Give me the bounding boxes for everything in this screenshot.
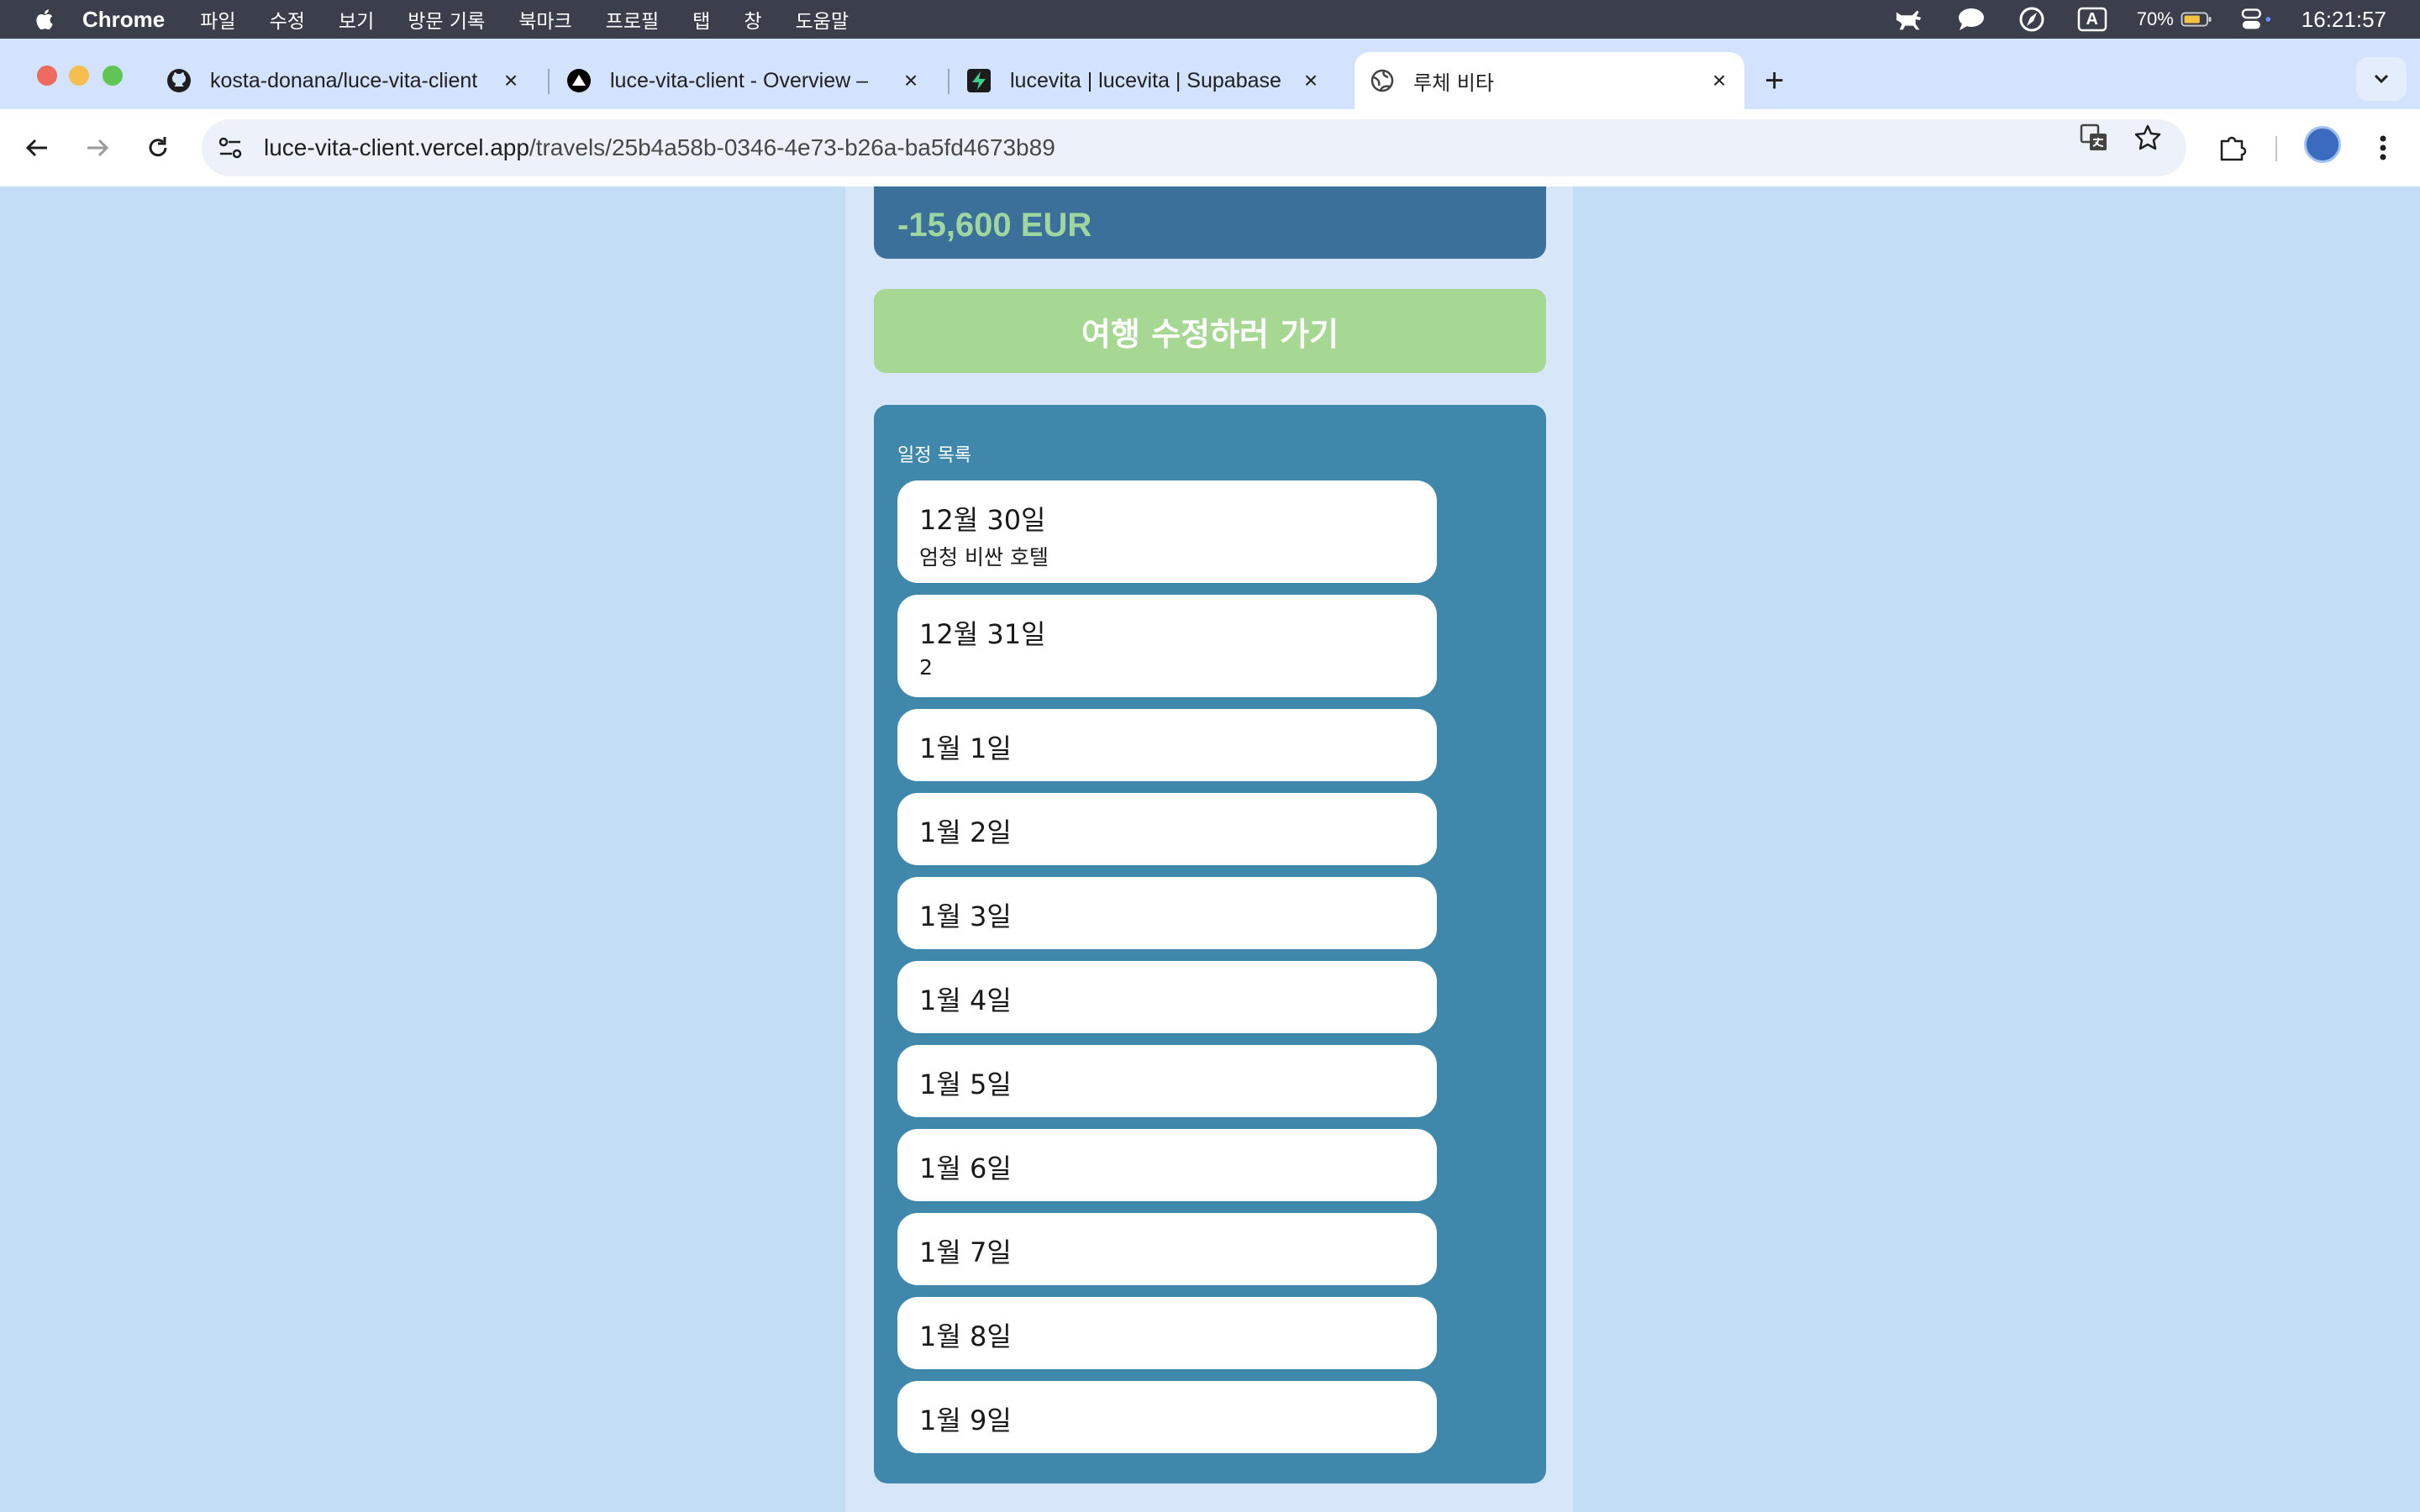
- day-date: 1월 4일: [919, 984, 1012, 1016]
- battery-icon[interactable]: [2181, 7, 2212, 32]
- address-bar[interactable]: luce-vita-client.vercel.app/travels/25b4…: [202, 119, 2186, 176]
- toolbar-divider: [2275, 136, 2277, 161]
- day-card[interactable]: 1월 8일: [897, 1297, 1437, 1369]
- reload-icon: [149, 137, 167, 157]
- day-card[interactable]: 1월 5일: [897, 1045, 1437, 1117]
- edit-travel-button[interactable]: 여행 수정하러 가기: [874, 289, 1546, 373]
- day-date: 1월 2일: [919, 816, 1012, 848]
- menu-bookmarks[interactable]: 북마크: [518, 5, 571, 34]
- day-memo: 엄청 비싼 호텔: [919, 545, 1049, 570]
- input-source-label: A: [2086, 9, 2098, 29]
- day-card[interactable]: 12월 31일 2: [897, 595, 1437, 697]
- zoom-window-button[interactable]: [103, 66, 123, 86]
- battery-percent: 70%: [2136, 8, 2174, 29]
- chevron-down-icon: [2374, 74, 2389, 84]
- tab-close-button[interactable]: ×: [1299, 69, 1323, 92]
- extensions-icon[interactable]: [2212, 128, 2252, 168]
- day-card[interactable]: 1월 6일: [897, 1129, 1437, 1201]
- apple-icon[interactable]: [34, 8, 54, 31]
- day-memo: 2: [919, 655, 933, 680]
- day-date: 1월 1일: [919, 732, 1012, 764]
- day-card[interactable]: 1월 1일: [897, 709, 1437, 781]
- chat-bubble-icon[interactable]: [1955, 7, 1987, 32]
- github-icon: [166, 68, 192, 93]
- tab-title: lucevita | lucevita | Supabase: [1010, 68, 1281, 92]
- url-host: luce-vita-client.vercel.app: [264, 134, 529, 160]
- tab-close-button[interactable]: ×: [499, 69, 523, 92]
- site-info-icon[interactable]: [213, 131, 247, 165]
- cat-icon[interactable]: [1895, 7, 1927, 32]
- menu-history[interactable]: 방문 기록: [408, 5, 485, 34]
- bookmark-star-icon[interactable]: [2131, 121, 2165, 155]
- menu-tab[interactable]: 탭: [692, 5, 710, 34]
- menu-view[interactable]: 보기: [339, 5, 374, 34]
- tab-close-button[interactable]: ×: [899, 69, 923, 92]
- globe-icon: [1370, 68, 1395, 93]
- page-viewport: -15,600 EUR 여행 수정하러 가기 일정 목록 12월 30일엄청 비…: [0, 186, 2420, 1512]
- back-button[interactable]: [17, 128, 57, 168]
- menu-bar-clock[interactable]: 16:21:57: [2302, 7, 2386, 33]
- translate-icon[interactable]: [2077, 121, 2111, 155]
- close-window-button[interactable]: [37, 66, 57, 86]
- day-card[interactable]: 1월 3일: [897, 877, 1437, 949]
- day-card[interactable]: 1월 9일: [897, 1381, 1437, 1453]
- reload-button[interactable]: [138, 128, 178, 168]
- balance-card: -15,600 EUR: [874, 186, 1546, 259]
- input-source-icon[interactable]: A: [2076, 7, 2108, 32]
- minimize-window-button[interactable]: [69, 66, 89, 86]
- vercel-icon: [566, 68, 592, 93]
- day-card[interactable]: 1월 4일: [897, 961, 1437, 1033]
- arrow-right-icon: [87, 139, 109, 157]
- compass-icon[interactable]: [2016, 7, 2048, 32]
- day-date: 1월 9일: [919, 1404, 1012, 1436]
- browser-toolbar: luce-vita-client.vercel.app/travels/25b4…: [0, 109, 2420, 186]
- day-card[interactable]: 1월 7일: [897, 1213, 1437, 1285]
- tab-vercel[interactable]: luce-vita-client - Overview – ×: [566, 52, 936, 109]
- day-date: 1월 8일: [919, 1320, 1012, 1352]
- tab-github[interactable]: kosta-donana/luce-vita-client ×: [166, 52, 536, 109]
- arrow-left-icon: [25, 139, 47, 157]
- forward-button[interactable]: [77, 128, 118, 168]
- content-column: -15,600 EUR 여행 수정하러 가기 일정 목록 12월 30일엄청 비…: [845, 186, 1573, 1512]
- tab-supabase[interactable]: lucevita | lucevita | Supabase ×: [966, 52, 1336, 109]
- day-card[interactable]: 12월 30일엄청 비싼 호텔: [897, 480, 1437, 583]
- day-date: 12월 30일: [919, 504, 1046, 536]
- menu-window[interactable]: 창: [744, 5, 761, 34]
- day-date: 1월 3일: [919, 900, 1012, 932]
- tab-title: luce-vita-client - Overview –: [610, 68, 869, 92]
- url-text[interactable]: luce-vita-client.vercel.app/travels/25b4…: [264, 134, 1055, 161]
- schedule-panel: 일정 목록 12월 30일엄청 비싼 호텔 12월 31일 2 1월 1일 1월 2일 1…: [874, 405, 1546, 1483]
- day-date: 12월 31일: [919, 618, 1046, 650]
- balance-amount: -15,600 EUR: [897, 207, 1092, 244]
- day-date: 1월 5일: [919, 1068, 1012, 1100]
- menu-file[interactable]: 파일: [200, 5, 235, 34]
- menu-help[interactable]: 도움말: [796, 5, 849, 34]
- more-menu-icon[interactable]: [2363, 128, 2403, 168]
- tab-separator: [548, 69, 550, 94]
- tab-close-button[interactable]: ×: [1707, 69, 1731, 92]
- new-tab-button[interactable]: +: [1765, 64, 1784, 97]
- tab-title: 루체 비타: [1413, 71, 1494, 95]
- menu-profiles[interactable]: 프로필: [606, 5, 659, 34]
- day-card[interactable]: 1월 2일: [897, 793, 1437, 865]
- menu-app-name[interactable]: Chrome: [82, 7, 165, 33]
- tab-active-lucevita[interactable]: 루체 비타 ×: [1355, 52, 1744, 109]
- control-center-icon[interactable]: [2241, 7, 2273, 32]
- schedule-title: 일정 목록: [897, 445, 971, 466]
- supabase-icon: [966, 68, 992, 93]
- profile-avatar[interactable]: [2304, 126, 2341, 163]
- tab-separator: [948, 69, 950, 94]
- day-date: 1월 7일: [919, 1236, 1012, 1268]
- tab-strip: kosta-donana/luce-vita-client × luce-vit…: [0, 39, 2420, 109]
- menu-edit[interactable]: 수정: [270, 5, 305, 34]
- url-path: /travels/25b4a58b-0346-4e73-b26a-ba5fd46…: [529, 134, 1055, 160]
- macos-menu-bar: Chrome 파일 수정 보기 방문 기록 북마크 프로필 탭 창 도움말 A …: [0, 0, 2420, 39]
- day-date: 1월 6일: [919, 1152, 1012, 1184]
- tab-search-button[interactable]: [2356, 57, 2407, 101]
- tab-title: kosta-donana/luce-vita-client: [210, 68, 478, 92]
